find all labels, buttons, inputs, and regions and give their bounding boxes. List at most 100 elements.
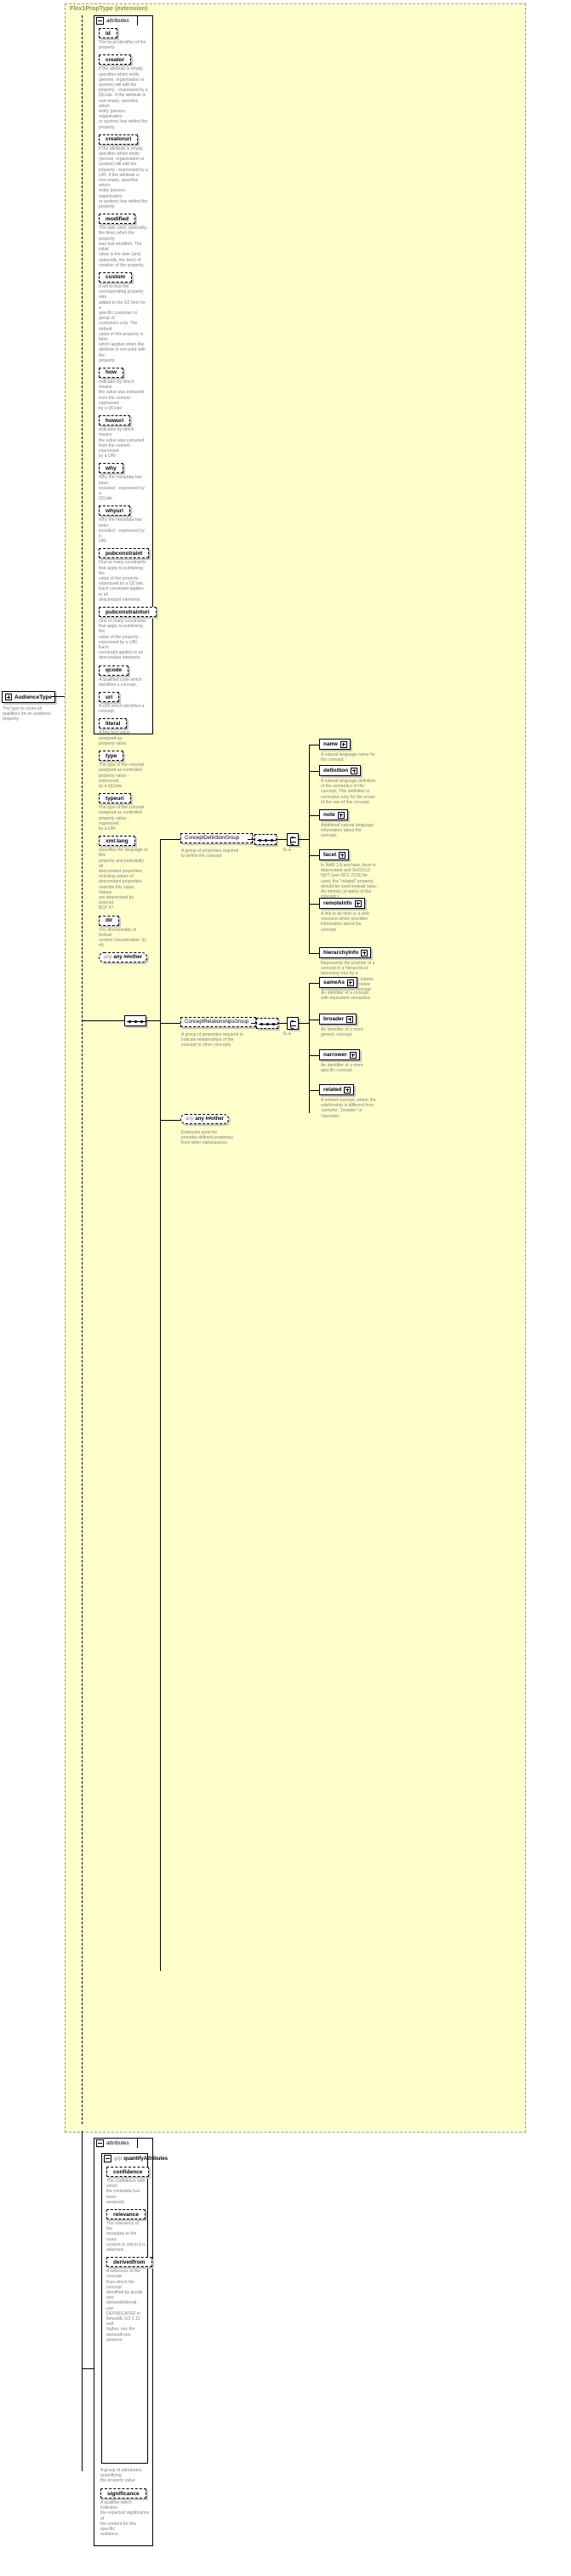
expand-icon[interactable] [349, 1051, 357, 1059]
group-keyword: grp [114, 2156, 123, 2162]
collapse-icon[interactable] [96, 17, 104, 25]
attribute-pill[interactable]: modified [99, 214, 136, 225]
attribute-pill[interactable]: how [99, 367, 123, 378]
concept-relationships-group-box[interactable]: ConceptRelationshipsGroup [180, 1017, 256, 1027]
attribute-pill[interactable]: derivedfrom [106, 2257, 152, 2268]
collapse-icon[interactable] [104, 2155, 111, 2162]
concept-definition-group-description: A group of properties required to define… [181, 848, 239, 860]
attribute-item[interactable]: literal [99, 718, 148, 729]
attribute-pill[interactable]: typeuri [99, 793, 131, 804]
attribute-list: id The local identifier of the property.… [99, 28, 157, 963]
expand-icon[interactable] [361, 949, 368, 957]
quantify-group-label: quantifyAttributes [123, 2156, 168, 2162]
concept-definition-group-box[interactable]: ConceptDefinitionGroup [180, 833, 253, 843]
conceptdef-choice-compositor[interactable] [287, 833, 299, 846]
element-name[interactable]: name [319, 739, 351, 750]
attribute-item[interactable]: pubconstraint [99, 548, 150, 559]
attribute-pill[interactable]: creator [99, 54, 132, 66]
attribute-item[interactable]: derivedfrom [106, 2257, 152, 2268]
any-other-element[interactable]: any any ##other [180, 1114, 230, 1124]
element-remoteinfo[interactable]: remoteInfo [319, 898, 365, 909]
attribute-item[interactable]: creatoruri [99, 134, 148, 145]
attribute-description: The directionality of textual content (e… [99, 927, 147, 949]
attribute-item[interactable]: dir [99, 915, 148, 926]
quantify-attributes-tab[interactable]: attributes [94, 2138, 138, 2148]
collapse-icon[interactable] [96, 2139, 104, 2147]
attribute-pill[interactable]: qcode [99, 665, 129, 676]
conceptrel-sequence-compositor[interactable] [256, 1018, 278, 1029]
attribute-pill[interactable]: why [99, 463, 123, 474]
attribute-pill[interactable]: literal [99, 718, 128, 729]
attribute-item[interactable]: creator [99, 54, 148, 66]
expand-icon[interactable] [339, 851, 346, 859]
attribute-item[interactable]: xml:lang [99, 836, 148, 847]
attribute-pill[interactable]: creatoruri [99, 134, 139, 145]
expand-icon[interactable] [340, 740, 347, 748]
attribute-pill[interactable]: pubconstrainturi [99, 607, 157, 618]
expand-icon[interactable] [337, 811, 345, 819]
attribute-pill[interactable]: relevance [106, 2209, 146, 2220]
element-label: hierarchyInfo [323, 950, 359, 956]
element-hierarchyinfo[interactable]: hierarchyInfo [319, 947, 372, 958]
attribute-pill[interactable]: pubconstraint [99, 548, 150, 559]
attribute-pill[interactable]: confidence [106, 2167, 150, 2177]
sequence-compositor[interactable] [124, 1015, 146, 1026]
expand-icon[interactable] [351, 767, 358, 774]
attribute-item[interactable]: pubconstrainturi [99, 607, 157, 618]
element-sameas[interactable]: sameAs [319, 977, 357, 988]
attribute-description: If set to true the corresponding propert… [99, 283, 146, 363]
attribute-item[interactable]: custom [99, 271, 148, 283]
attributes-tab[interactable]: attributes [94, 15, 138, 26]
attribute-item[interactable]: howuri [99, 415, 148, 426]
attribute-pill[interactable]: id [99, 28, 117, 38]
attribute-pill[interactable]: significance [100, 2488, 146, 2499]
attribute-pill[interactable]: dir [99, 915, 120, 926]
attribute-item[interactable]: confidence [106, 2167, 150, 2177]
attribute-pill[interactable]: xml:lang [99, 836, 135, 847]
attribute-item[interactable]: id [99, 28, 148, 38]
attribute-item[interactable]: whyuri [99, 505, 148, 517]
element-facet[interactable]: facet [319, 849, 350, 860]
attribute-item[interactable]: type [99, 751, 148, 762]
any-keyword: any [104, 955, 112, 961]
any-other-attribute[interactable]: any any ##other [99, 952, 148, 963]
quantify-group-tab[interactable]: grp quantifyAttributes [101, 2153, 168, 2163]
attribute-item[interactable]: relevance [106, 2209, 146, 2220]
attribute-item[interactable]: typeuri [99, 793, 148, 804]
attribute-item[interactable]: modified [99, 214, 148, 225]
expand-icon[interactable] [346, 1015, 354, 1023]
connector-rail-to-sequence [83, 1020, 124, 1021]
expand-icon[interactable] [354, 900, 362, 907]
expand-icon[interactable] [346, 979, 354, 986]
conceptdef-sequence-compositor[interactable] [254, 834, 277, 845]
element-description: In NAR 1.8 and later, facet is deprecate… [321, 863, 377, 900]
element-description: Additional natural language information … [321, 823, 374, 839]
element-definition[interactable]: definition [319, 765, 362, 776]
attribute-item[interactable]: qcode [99, 665, 148, 676]
any-keyword: any [186, 1117, 194, 1122]
expand-collapse-icon[interactable] [5, 694, 12, 700]
expand-icon[interactable] [344, 1086, 351, 1094]
element-label: broader [323, 1016, 345, 1022]
attribute-pill[interactable]: custom [99, 271, 133, 283]
connector-seq-choice2 [278, 1023, 287, 1024]
connector-member [309, 953, 319, 954]
attribute-pill[interactable]: whyuri [99, 505, 130, 517]
attribute-pill[interactable]: uri [99, 692, 120, 703]
attribute-description: The local identifier of the property. [99, 40, 146, 51]
root-type-box[interactable]: AudienceType [2, 691, 55, 703]
attribute-description: Indicates by which means the value was e… [99, 427, 145, 460]
attribute-item[interactable]: uri [99, 692, 148, 703]
attribute-item[interactable]: significance [100, 2488, 150, 2499]
attribute-description: A reference to the concept from which th… [106, 2269, 143, 2343]
element-broader[interactable]: broader [319, 1014, 357, 1025]
attribute-item[interactable]: why [99, 463, 148, 474]
conceptrel-choice-compositor[interactable] [287, 1017, 299, 1030]
attribute-pill[interactable]: howuri [99, 415, 131, 426]
element-narrower[interactable]: narrower [319, 1049, 360, 1060]
element-note[interactable]: note [319, 809, 348, 820]
element-related[interactable]: related [319, 1084, 355, 1095]
attribute-pill[interactable]: type [99, 751, 124, 762]
attribute-item[interactable]: how [99, 367, 148, 378]
connector-member [309, 1090, 319, 1091]
